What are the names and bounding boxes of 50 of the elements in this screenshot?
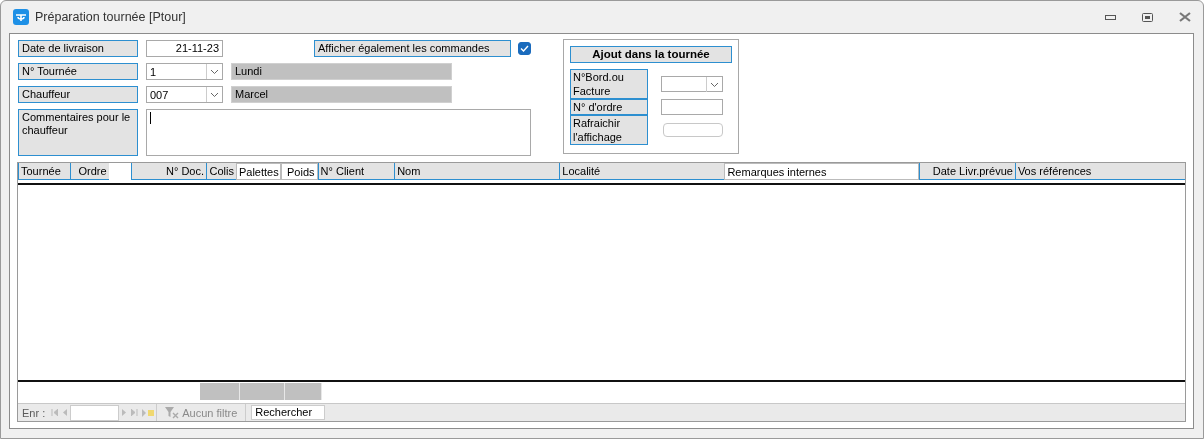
column-header[interactable]: Date Livr.prévue bbox=[919, 163, 1015, 180]
column-header[interactable]: Vos références bbox=[1014, 163, 1185, 180]
column-header[interactable]: N° Doc. bbox=[131, 163, 207, 180]
field-label: Date de livraison bbox=[18, 40, 138, 57]
app-icon bbox=[13, 9, 29, 25]
filter-icon bbox=[165, 406, 180, 419]
column-header[interactable]: N° Client bbox=[317, 163, 395, 180]
search-field[interactable]: Rechercher bbox=[251, 405, 326, 420]
record-label: Enr : bbox=[21, 406, 47, 419]
display-field: Marcel bbox=[231, 86, 452, 103]
field-label: Afficher également les commandes bbox=[314, 40, 511, 57]
driver-combo[interactable]: 007 bbox=[146, 86, 223, 103]
maximize-icon bbox=[1142, 12, 1153, 22]
total-cell bbox=[285, 383, 322, 400]
column-header[interactable]: Localité bbox=[559, 163, 725, 180]
total-cell bbox=[240, 383, 285, 400]
minimize-icon bbox=[1105, 14, 1116, 20]
combo-box[interactable] bbox=[661, 76, 723, 92]
tour-combo[interactable]: 1 bbox=[146, 63, 223, 80]
field-label: Chauffeur bbox=[18, 86, 138, 103]
window-title: Préparation tournée [Ptour] bbox=[35, 10, 186, 24]
close-icon bbox=[1178, 12, 1191, 22]
text-cursor-icon bbox=[150, 112, 151, 124]
field-label: Commentaires pour le chauffeur bbox=[18, 109, 138, 156]
chevron-down-icon bbox=[710, 81, 719, 88]
column-header[interactable]: Nom bbox=[394, 163, 560, 180]
display-field: Lundi bbox=[231, 63, 452, 80]
total-cell bbox=[200, 383, 240, 400]
field-label: N° d'ordre bbox=[570, 99, 648, 115]
checkbox[interactable] bbox=[518, 42, 531, 55]
chevron-down-icon bbox=[210, 91, 219, 98]
field-label: N°Bord.ou Facture bbox=[570, 69, 648, 99]
input-field[interactable] bbox=[661, 99, 723, 115]
column-header[interactable]: Tournée bbox=[18, 163, 70, 180]
group-title: Ajout dans la tournée bbox=[570, 46, 732, 63]
field-label: Rafraichir l'affichage bbox=[570, 115, 648, 145]
field-label: N° Tournée bbox=[18, 63, 138, 80]
column-header[interactable]: Colis bbox=[206, 163, 236, 180]
first-record-button[interactable] bbox=[49, 409, 61, 416]
last-record-button[interactable] bbox=[129, 409, 141, 416]
refresh-button[interactable] bbox=[663, 123, 723, 137]
column-header[interactable]: Ordre bbox=[69, 163, 109, 180]
new-record-button[interactable] bbox=[140, 408, 157, 417]
date-field[interactable]: 21-11-23 bbox=[146, 40, 223, 57]
chevron-down-icon bbox=[210, 68, 219, 75]
comment-field[interactable] bbox=[146, 109, 531, 156]
column-header[interactable]: Palettes bbox=[235, 163, 281, 180]
column-header[interactable]: Poids bbox=[280, 163, 318, 180]
column-header[interactable]: Remarques internes bbox=[724, 163, 920, 180]
record-field[interactable] bbox=[70, 404, 120, 421]
